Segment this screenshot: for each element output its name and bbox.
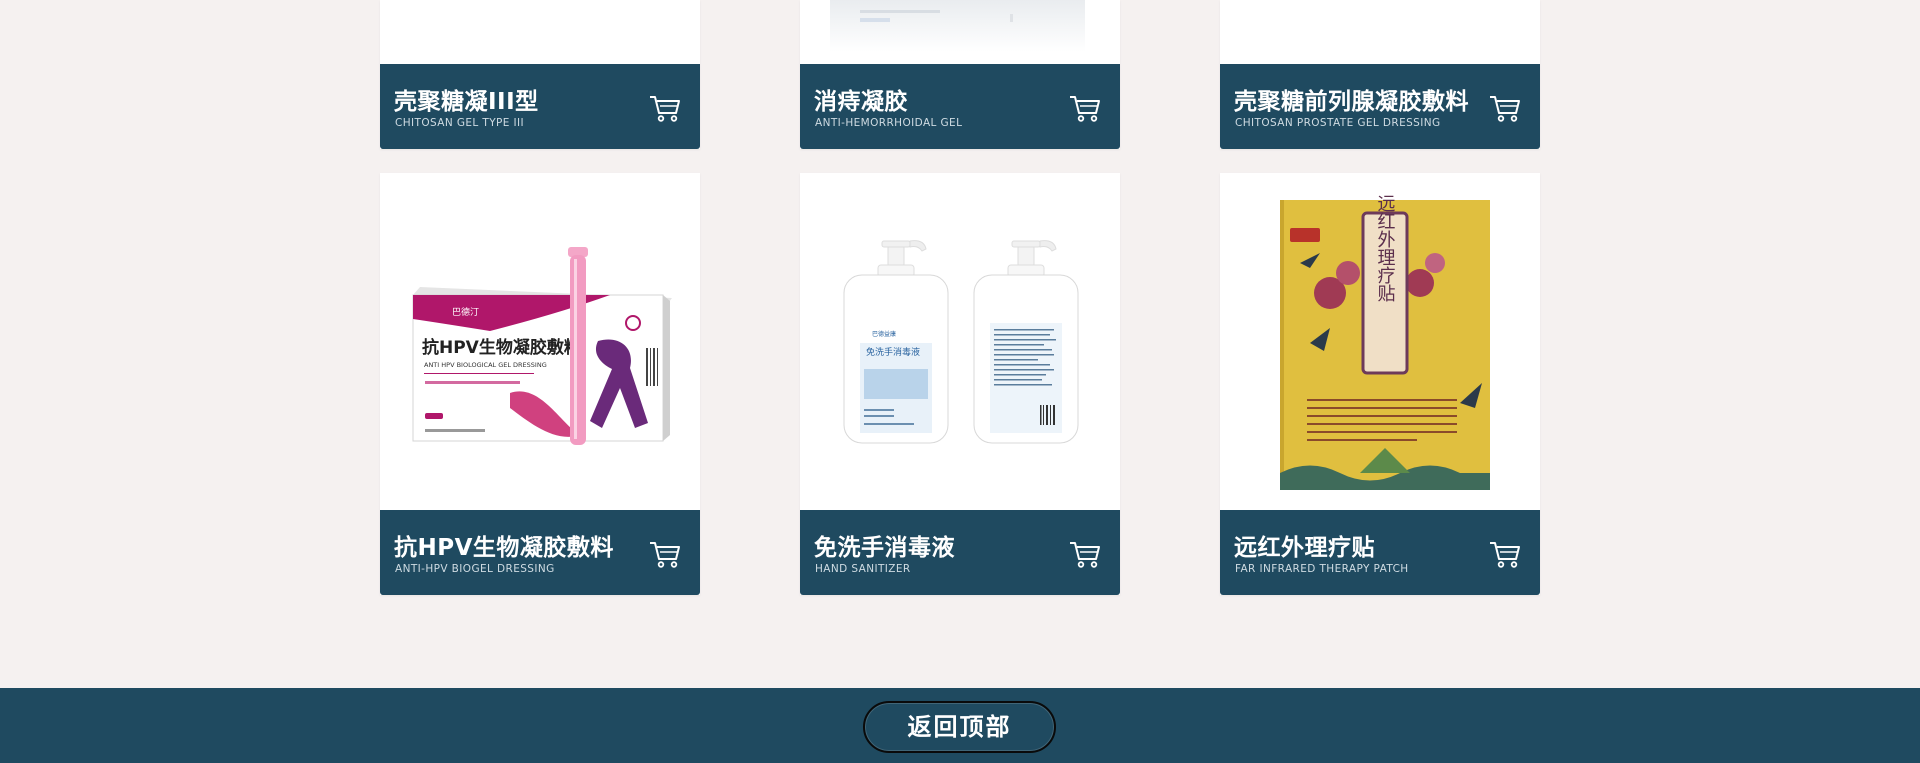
product-image[interactable] bbox=[800, 0, 1120, 64]
product-card[interactable]: 消痔凝胶 ANTI-HEMORRHOIDAL GEL bbox=[800, 0, 1120, 149]
product-info-bar: 消痔凝胶 ANTI-HEMORRHOIDAL GEL bbox=[800, 64, 1120, 149]
product-name[interactable]: 壳聚糖前列腺凝胶敷料 bbox=[1234, 82, 1469, 116]
box-subtitle: ANTI HPV BIOLOGICAL GEL DRESSING bbox=[424, 361, 547, 369]
product-image[interactable] bbox=[1220, 0, 1540, 64]
product-image[interactable]: 巴德益康 免洗手消毒液 bbox=[800, 173, 1120, 510]
therapy-patch-box-image: 远红外理疗贴 bbox=[1280, 194, 1490, 490]
shopping-cart-icon[interactable] bbox=[1488, 92, 1522, 124]
product-image[interactable] bbox=[380, 0, 700, 64]
product-name[interactable]: 远红外理疗贴 bbox=[1234, 528, 1375, 562]
product-info-bar: 抗HPV生物凝胶敷料 ANTI-HPV BIOGEL DRESSING bbox=[380, 510, 700, 595]
box-title: 抗HPV生物凝胶敷料 bbox=[422, 337, 581, 358]
back-to-top-button[interactable]: 返回顶部 bbox=[863, 701, 1056, 753]
product-card[interactable]: 巴德汀 抗HPV生物凝胶敷料 ANTI HPV BIOLOGICAL GEL D… bbox=[380, 173, 700, 595]
product-info-bar: 壳聚糖凝III型 CHITOSAN GEL TYPE III bbox=[380, 64, 700, 149]
product-info-bar: 免洗手消毒液 HAND SANITIZER bbox=[800, 510, 1120, 595]
product-image[interactable]: 远红外理疗贴 bbox=[1220, 173, 1540, 510]
product-card[interactable]: 壳聚糖凝III型 CHITOSAN GEL TYPE III bbox=[380, 0, 700, 149]
shopping-cart-icon[interactable] bbox=[1068, 538, 1102, 570]
product-english-name: CHITOSAN PROSTATE GEL DRESSING bbox=[1235, 117, 1441, 129]
product-english-name: FAR INFRARED THERAPY PATCH bbox=[1235, 563, 1409, 575]
patch-title: 远红外理疗贴 bbox=[1375, 194, 1396, 302]
product-english-name: CHITOSAN GEL TYPE III bbox=[395, 117, 525, 129]
product-name[interactable]: 抗HPV生物凝胶敷料 bbox=[394, 528, 614, 562]
product-grid: 壳聚糖凝III型 CHITOSAN GEL TYPE III 消痔凝胶 ANTI… bbox=[0, 0, 1920, 688]
product-english-name: HAND SANITIZER bbox=[815, 563, 911, 575]
product-english-name: ANTI-HPV BIOGEL DRESSING bbox=[395, 563, 555, 575]
hpv-gel-box-image: 巴德汀 抗HPV生物凝胶敷料 ANTI HPV BIOLOGICAL GEL D… bbox=[412, 247, 672, 445]
product-card[interactable]: 巴德益康 免洗手消毒液 免洗手消毒液 HAND SANITIZER bbox=[800, 173, 1120, 595]
product-card[interactable]: 远红外理疗贴 远红外理疗贴 FAR INFRARED THERAPY PATCH bbox=[1220, 173, 1540, 595]
product-name[interactable]: 消痔凝胶 bbox=[814, 82, 908, 116]
svg-text:巴德益康: 巴德益康 bbox=[872, 330, 896, 338]
product-card[interactable]: 壳聚糖前列腺凝胶敷料 CHITOSAN PROSTATE GEL DRESSIN… bbox=[1220, 0, 1540, 149]
hand-sanitizer-image: 巴德益康 免洗手消毒液 bbox=[843, 240, 1079, 444]
footer-bar: 返回顶部 bbox=[0, 688, 1920, 763]
shopping-cart-icon[interactable] bbox=[648, 538, 682, 570]
bottle-label: 免洗手消毒液 bbox=[866, 346, 920, 358]
product-english-name: ANTI-HEMORRHOIDAL GEL bbox=[815, 117, 963, 129]
product-image[interactable]: 巴德汀 抗HPV生物凝胶敷料 ANTI HPV BIOLOGICAL GEL D… bbox=[380, 173, 700, 510]
shopping-cart-icon[interactable] bbox=[1488, 538, 1522, 570]
product-name[interactable]: 壳聚糖凝III型 bbox=[394, 82, 539, 116]
shopping-cart-icon[interactable] bbox=[1068, 92, 1102, 124]
shopping-cart-icon[interactable] bbox=[648, 92, 682, 124]
svg-text:巴德汀: 巴德汀 bbox=[452, 306, 479, 318]
product-box-image bbox=[830, 0, 1085, 52]
product-info-bar: 远红外理疗贴 FAR INFRARED THERAPY PATCH bbox=[1220, 510, 1540, 595]
product-name[interactable]: 免洗手消毒液 bbox=[814, 528, 955, 562]
product-info-bar: 壳聚糖前列腺凝胶敷料 CHITOSAN PROSTATE GEL DRESSIN… bbox=[1220, 64, 1540, 149]
